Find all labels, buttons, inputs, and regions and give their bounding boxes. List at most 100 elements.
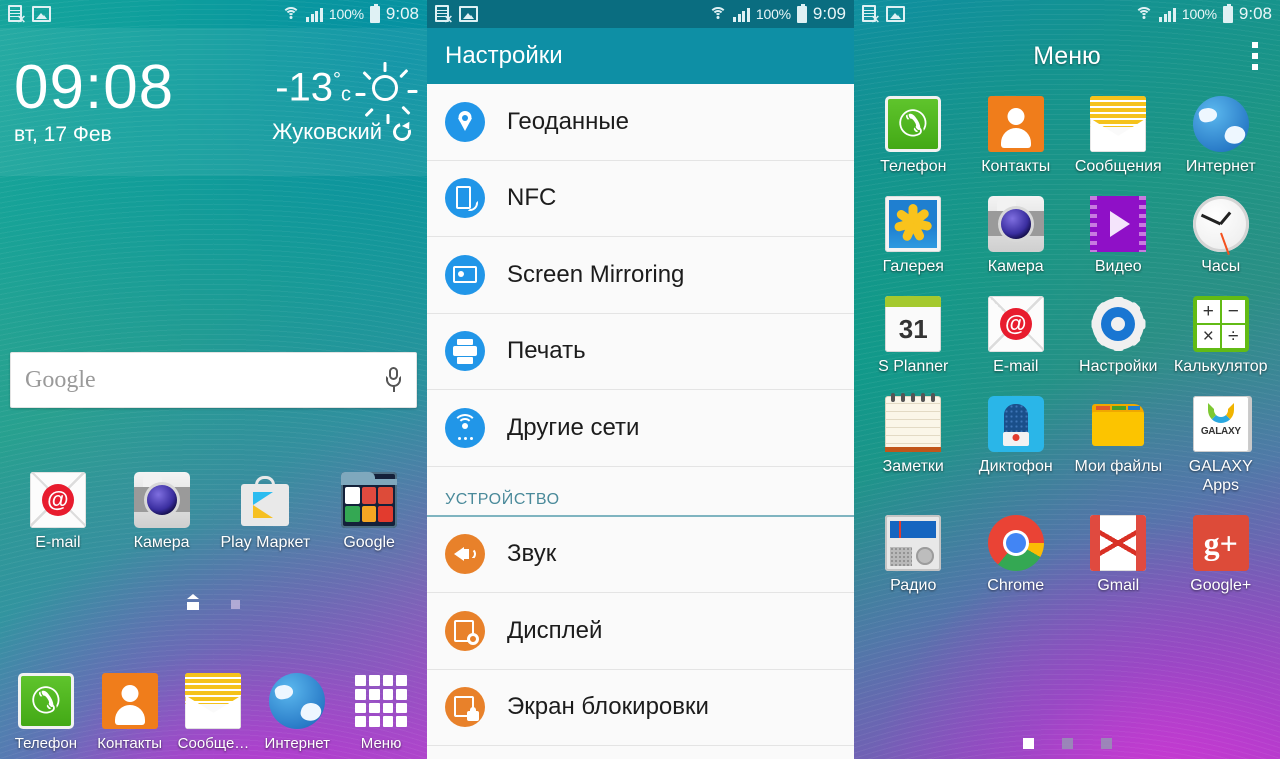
microphone-icon[interactable] <box>386 367 402 393</box>
app-clock[interactable]: Часы <box>1170 196 1273 276</box>
app-notes[interactable]: Заметки <box>862 393 965 495</box>
dock-item-menu[interactable]: Меню <box>341 673 421 753</box>
app-grid: Телефон Контакты Сообщения Интернет <box>854 84 1280 595</box>
messages-icon <box>185 673 242 729</box>
app-email[interactable]: @ E-mail <box>965 296 1068 376</box>
app-voice-recorder[interactable]: Диктофон <box>965 396 1068 495</box>
phone-icon <box>885 96 942 152</box>
cellular-signal-icon <box>1159 7 1176 22</box>
app-radio[interactable]: Радио <box>862 515 965 595</box>
app-gmail[interactable]: Gmail <box>1067 515 1170 595</box>
app-google-folder[interactable]: Google <box>324 472 414 552</box>
page-dot[interactable] <box>1100 738 1112 749</box>
settings-item-print[interactable]: Печать <box>427 313 854 390</box>
google-plus-icon: g+ <box>1192 515 1249 571</box>
app-galaxy-apps[interactable]: GALAXY GALAXY Apps <box>1170 396 1273 495</box>
app-label: Google+ <box>1190 577 1252 594</box>
clock-block[interactable]: 09:08 вт, 17 Фев <box>14 57 174 147</box>
app-my-files[interactable]: Мои файлы <box>1067 396 1170 495</box>
battery-full-icon <box>369 3 380 23</box>
app-label: Калькулятор <box>1173 358 1268 375</box>
app-contacts[interactable]: Контакты <box>965 96 1068 176</box>
notes-icon <box>885 393 942 452</box>
app-label: Радио <box>890 577 937 594</box>
gmail-icon <box>1090 515 1147 571</box>
settings-header: Настройки <box>427 28 854 84</box>
dock-item-messages[interactable]: Сообще… <box>173 673 253 753</box>
app-label: Мои файлы <box>1074 458 1163 475</box>
battery-full-icon <box>796 3 807 23</box>
settings-item-location[interactable]: Геоданные <box>427 84 854 161</box>
app-label: Галерея <box>882 258 944 275</box>
contacts-icon <box>101 673 158 729</box>
calendar-icon: 31 <box>885 296 942 352</box>
app-label: Заметки <box>882 458 944 475</box>
menu-page-indicator[interactable] <box>854 738 1280 749</box>
apps-grid-icon <box>353 673 409 729</box>
app-settings[interactable]: Настройки <box>1067 296 1170 376</box>
app-calculator[interactable]: + − × ÷ Калькулятор <box>1170 296 1273 376</box>
app-video[interactable]: Видео <box>1067 196 1170 276</box>
settings-screen: ✕ 100% 9:09 Настройки Геоданные NFC Scre… <box>427 0 854 759</box>
page-dot-active[interactable] <box>1022 738 1034 749</box>
settings-item-label: Печать <box>507 337 586 365</box>
settings-item-screen-mirroring[interactable]: Screen Mirroring <box>427 237 854 314</box>
app-camera[interactable]: Камера <box>965 196 1068 276</box>
app-internet[interactable]: Интернет <box>1170 96 1273 176</box>
settings-item-display[interactable]: Дисплей <box>427 593 854 670</box>
settings-item-label: Другие сети <box>507 413 640 441</box>
wifi-icon <box>709 6 728 22</box>
page-dot-home[interactable] <box>187 594 201 610</box>
home-page-indicator[interactable] <box>0 594 427 610</box>
app-s-planner[interactable]: 31 S Planner <box>862 296 965 376</box>
app-camera[interactable]: Камера <box>117 472 207 552</box>
google-search-bar[interactable]: Google <box>10 352 417 408</box>
home-app-row: @ E-mail Камера Play Маркет Google <box>0 472 427 552</box>
app-phone[interactable]: Телефон <box>862 96 965 176</box>
sound-icon <box>445 534 485 575</box>
clock-weather-widget[interactable]: 09:08 вт, 17 Фев -13°c Жуковский <box>0 28 427 176</box>
settings-item-other-networks[interactable]: Другие сети <box>427 390 854 467</box>
app-label: Настройки <box>1079 358 1158 375</box>
my-files-icon <box>1090 396 1146 452</box>
settings-list[interactable]: Геоданные NFC Screen Mirroring Печать Др… <box>427 84 854 759</box>
calc-key: × <box>1195 324 1221 349</box>
refresh-icon[interactable] <box>389 119 415 144</box>
page-dot[interactable] <box>231 599 240 609</box>
more-options-icon[interactable] <box>1252 42 1258 70</box>
weather-block[interactable]: -13°c Жуковский <box>272 60 418 145</box>
app-google-plus[interactable]: g+ Google+ <box>1170 515 1273 595</box>
page-dot[interactable] <box>1061 738 1073 749</box>
app-messages[interactable]: Сообщения <box>1067 96 1170 176</box>
settings-item-sound[interactable]: Звук <box>427 516 854 593</box>
dock-item-internet[interactable]: Интернет <box>257 673 337 753</box>
app-label: Контакты <box>981 158 1051 175</box>
weather-city: Жуковский <box>272 118 382 144</box>
app-label: Chrome <box>987 577 1045 594</box>
app-gallery[interactable]: Галерея <box>862 196 965 276</box>
app-label: Play Маркет <box>220 534 311 551</box>
app-label: E-mail <box>993 358 1039 375</box>
clock-date: вт, 17 Фев <box>14 123 112 146</box>
lock-screen-icon <box>445 687 485 728</box>
app-menu-screen: ✕ 100% 9:08 Меню Телефон Контакты <box>854 0 1280 759</box>
battery-full-icon <box>1222 3 1233 23</box>
settings-section-header-device: УСТРОЙСТВО <box>427 466 854 517</box>
app-chrome[interactable]: Chrome <box>965 515 1068 595</box>
image-icon <box>459 6 478 22</box>
settings-item-label: Дисплей <box>507 616 603 644</box>
settings-item-nfc[interactable]: NFC <box>427 160 854 237</box>
settings-item-lock-screen[interactable]: Экран блокировки <box>427 669 854 746</box>
location-pin-icon <box>445 101 485 142</box>
dock-item-phone[interactable]: Телефон <box>6 673 86 753</box>
other-networks-icon <box>445 407 485 448</box>
wifi-icon <box>282 6 301 22</box>
camera-icon <box>987 196 1044 252</box>
app-play-store[interactable]: Play Маркет <box>220 472 310 552</box>
status-bar-home: ✕ 100% 9:08 <box>0 0 427 28</box>
dock-item-contacts[interactable]: Контакты <box>90 673 170 753</box>
app-email[interactable]: @ E-mail <box>13 472 103 552</box>
status-bar-time: 9:08 <box>385 4 419 23</box>
app-label: Интернет <box>1185 158 1256 175</box>
galaxy-wordmark: GALAXY <box>1200 426 1241 437</box>
